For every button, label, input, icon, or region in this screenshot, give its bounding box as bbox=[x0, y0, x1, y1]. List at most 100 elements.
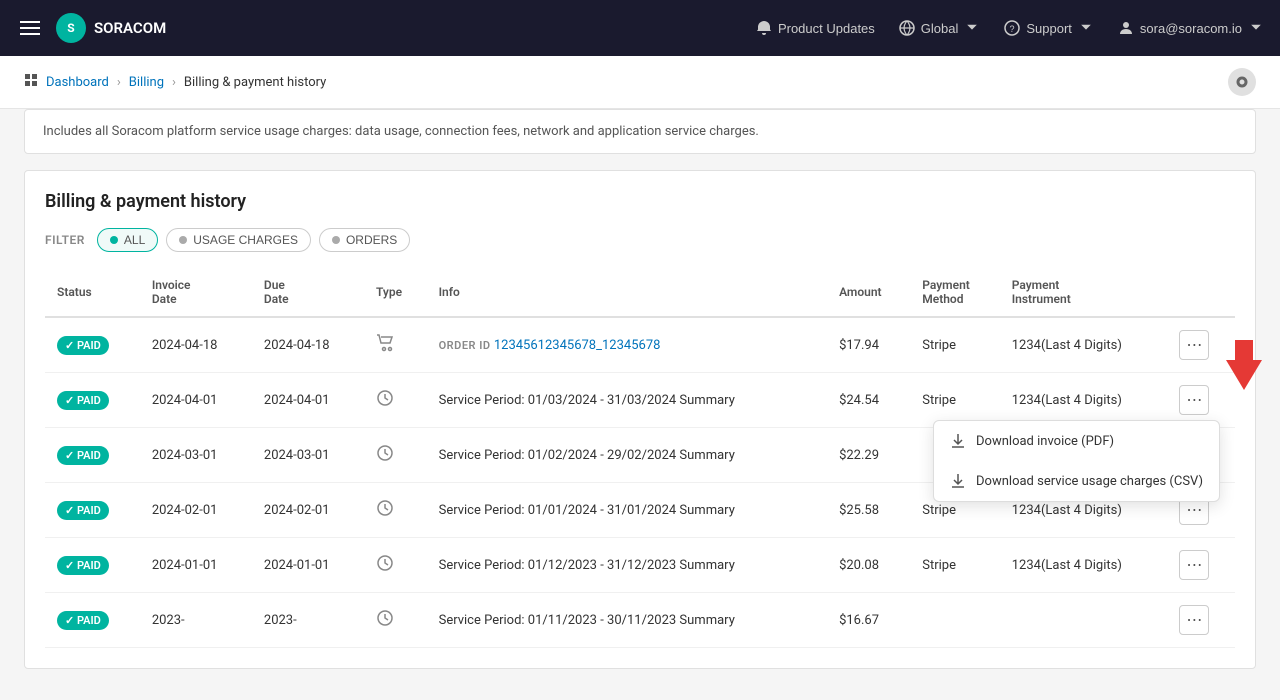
order-id-label: ORDER ID bbox=[439, 339, 494, 352]
bell-icon bbox=[756, 20, 772, 36]
row-status: ✓ PAID bbox=[45, 317, 140, 373]
row-due-date: 2024-01-01 bbox=[252, 538, 364, 593]
download-csv-icon bbox=[950, 473, 966, 489]
row-due-date: 2024-03-01 bbox=[252, 428, 364, 483]
row-type bbox=[364, 483, 427, 538]
paid-badge: ✓ PAID bbox=[57, 446, 109, 465]
row-status: ✓ PAID bbox=[45, 538, 140, 593]
filter-all[interactable]: ALL bbox=[97, 228, 158, 252]
row-info: Service Period: 01/02/2024 - 29/02/2024 … bbox=[427, 428, 827, 483]
service-icon bbox=[376, 499, 394, 517]
row-due-date: 2024-02-01 bbox=[252, 483, 364, 538]
support-nav[interactable]: ? Support bbox=[1004, 20, 1094, 36]
global-nav[interactable]: Global bbox=[899, 20, 981, 36]
info-text: Includes all Soracom platform service us… bbox=[43, 124, 759, 139]
col-amount: Amount bbox=[827, 268, 910, 317]
user-chevron-icon bbox=[1248, 20, 1264, 36]
service-icon bbox=[376, 554, 394, 572]
row-info: ORDER ID 12345612345678_12345678 bbox=[427, 317, 827, 373]
filter-orders[interactable]: ORDERS bbox=[319, 228, 410, 252]
user-nav[interactable]: sora@soracom.io bbox=[1118, 20, 1264, 36]
hamburger-menu[interactable] bbox=[16, 17, 44, 39]
row-due-date: 2023- bbox=[252, 593, 364, 648]
filter-row: FILTER ALL USAGE CHARGES ORDERS bbox=[45, 228, 1235, 252]
download-pdf-label: Download invoice (PDF) bbox=[976, 434, 1114, 449]
row-amount: $25.58 bbox=[827, 483, 910, 538]
row-actions: ⋯ bbox=[1167, 538, 1235, 593]
filter-orders-dot bbox=[332, 236, 340, 244]
row-type bbox=[364, 593, 427, 648]
row-type bbox=[364, 538, 427, 593]
breadcrumb: Dashboard › Billing › Billing & payment … bbox=[0, 56, 1280, 109]
row-status: ✓ PAID bbox=[45, 373, 140, 428]
product-updates-label: Product Updates bbox=[778, 21, 875, 36]
arrow-indicator bbox=[1226, 340, 1262, 390]
more-actions-button[interactable]: ⋯ bbox=[1179, 605, 1209, 635]
user-label: sora@soracom.io bbox=[1140, 21, 1242, 36]
breadcrumb-dashboard-icon bbox=[24, 73, 38, 91]
settings-button[interactable] bbox=[1228, 68, 1256, 96]
row-due-date: 2024-04-18 bbox=[252, 317, 364, 373]
row-payment-method bbox=[910, 593, 1000, 648]
breadcrumb-billing[interactable]: Billing bbox=[129, 75, 164, 90]
main-header: S SORACOM Product Updates Global ? Suppo… bbox=[0, 0, 1280, 56]
global-label: Global bbox=[921, 21, 959, 36]
row-actions: ⋯ bbox=[1167, 317, 1235, 373]
row-info: Service Period: 01/03/2024 - 31/03/2024 … bbox=[427, 373, 827, 428]
arrow-shaft bbox=[1235, 340, 1253, 360]
product-updates-nav[interactable]: Product Updates bbox=[756, 20, 875, 36]
support-label: Support bbox=[1026, 21, 1072, 36]
row-type bbox=[364, 428, 427, 483]
filter-all-label: ALL bbox=[124, 233, 145, 247]
breadcrumb-sep-1: › bbox=[117, 75, 121, 90]
service-icon bbox=[376, 444, 394, 462]
support-chevron-icon bbox=[1078, 20, 1094, 36]
download-pdf-icon bbox=[950, 433, 966, 449]
filter-usage[interactable]: USAGE CHARGES bbox=[166, 228, 311, 252]
table-row: ✓ PAID2024-01-012024-01-01Service Period… bbox=[45, 538, 1235, 593]
logo-text: SORACOM bbox=[94, 19, 166, 37]
info-box: Includes all Soracom platform service us… bbox=[24, 109, 1256, 154]
row-due-date: 2024-04-01 bbox=[252, 373, 364, 428]
global-chevron-icon bbox=[964, 20, 980, 36]
actions-dropdown: Download invoice (PDF) Download service … bbox=[933, 420, 1220, 502]
service-icon bbox=[376, 609, 394, 627]
header-nav: Product Updates Global ? Support sora@so… bbox=[756, 20, 1264, 36]
row-payment-instrument bbox=[1000, 593, 1168, 648]
main-content: Includes all Soracom platform service us… bbox=[0, 109, 1280, 693]
logo-icon: S bbox=[56, 13, 86, 43]
table-row: ✓ PAID2024-04-182024-04-18ORDER ID 12345… bbox=[45, 317, 1235, 373]
filter-label: FILTER bbox=[45, 233, 85, 247]
row-status: ✓ PAID bbox=[45, 483, 140, 538]
paid-badge: ✓ PAID bbox=[57, 336, 109, 355]
paid-badge: ✓ PAID bbox=[57, 611, 109, 630]
more-actions-button[interactable]: ⋯ bbox=[1179, 330, 1209, 360]
breadcrumb-current: Billing & payment history bbox=[184, 75, 326, 90]
col-due-date: DueDate bbox=[252, 268, 364, 317]
more-actions-button[interactable]: ⋯ bbox=[1179, 550, 1209, 580]
row-status: ✓ PAID bbox=[45, 593, 140, 648]
col-payment-instrument: PaymentInstrument bbox=[1000, 268, 1168, 317]
row-invoice-date: 2023- bbox=[140, 593, 252, 648]
download-csv-item[interactable]: Download service usage charges (CSV) bbox=[934, 461, 1219, 501]
row-type bbox=[364, 317, 427, 373]
row-type bbox=[364, 373, 427, 428]
row-invoice-date: 2024-01-01 bbox=[140, 538, 252, 593]
row-status: ✓ PAID bbox=[45, 428, 140, 483]
svg-text:?: ? bbox=[1010, 24, 1015, 34]
row-invoice-date: 2024-03-01 bbox=[140, 428, 252, 483]
breadcrumb-dashboard[interactable]: Dashboard bbox=[46, 75, 109, 90]
row-payment-instrument: 1234(Last 4 Digits) bbox=[1000, 538, 1168, 593]
row-info: Service Period: 01/11/2023 - 30/11/2023 … bbox=[427, 593, 827, 648]
col-type: Type bbox=[364, 268, 427, 317]
col-info: Info bbox=[427, 268, 827, 317]
more-actions-button[interactable]: ⋯ bbox=[1179, 385, 1209, 415]
paid-badge: ✓ PAID bbox=[57, 391, 109, 410]
filter-orders-label: ORDERS bbox=[346, 233, 397, 247]
table-row: ✓ PAID 2023-2023- Service Period: 01/11/20… bbox=[45, 593, 1235, 648]
row-info: Service Period: 01/01/2024 - 31/01/2024 … bbox=[427, 483, 827, 538]
row-payment-method: Stripe bbox=[910, 317, 1000, 373]
arrow-down-icon bbox=[1226, 360, 1262, 390]
filter-usage-label: USAGE CHARGES bbox=[193, 233, 298, 247]
download-pdf-item[interactable]: Download invoice (PDF) bbox=[934, 421, 1219, 461]
